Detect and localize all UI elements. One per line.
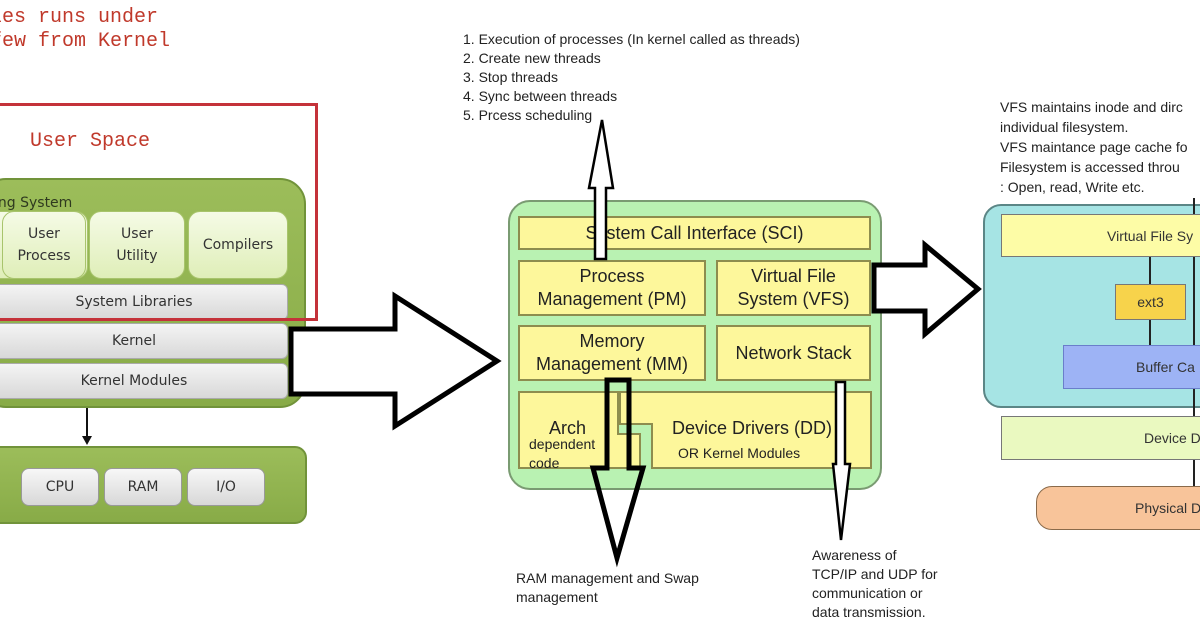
process-management-up-arrow <box>587 119 615 261</box>
arrows-layer <box>82 119 982 568</box>
kernel-to-hardware-arrowhead <box>82 436 92 445</box>
memory-management-down-arrow <box>589 377 647 568</box>
kernel-detail-big-arrow <box>288 291 502 431</box>
vfs-detail-arrow <box>871 239 982 340</box>
network-stack-down-arrow <box>831 380 852 541</box>
